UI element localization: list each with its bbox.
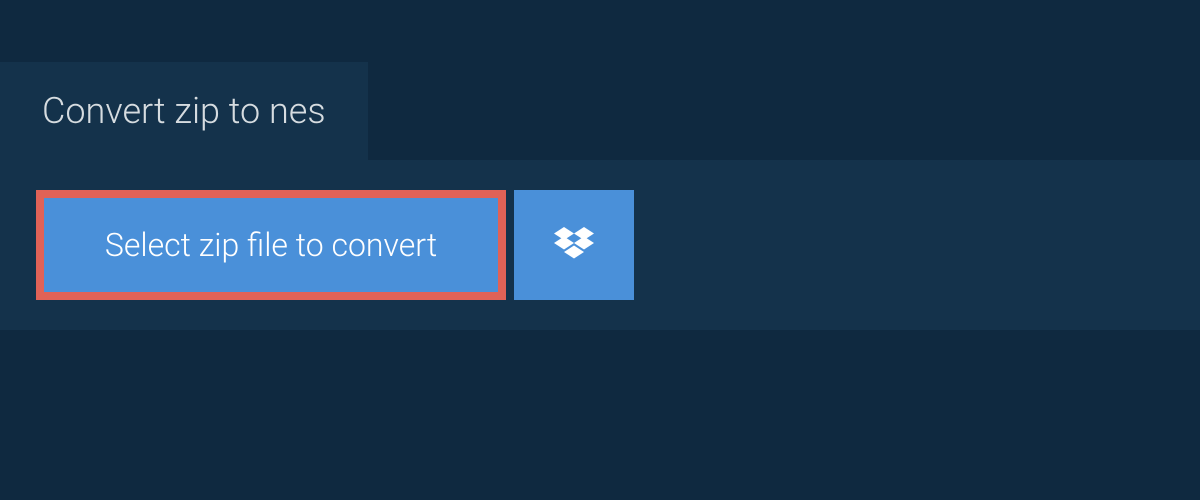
dropbox-button[interactable] [514, 190, 634, 300]
button-row: Select zip file to convert [36, 190, 1164, 300]
tab-title: Convert zip to nes [42, 90, 326, 132]
select-file-label: Select zip file to convert [105, 226, 437, 264]
convert-panel: Select zip file to convert [0, 160, 1200, 330]
dropbox-icon [554, 227, 594, 263]
tab-header: Convert zip to nes [0, 62, 368, 160]
select-file-button[interactable]: Select zip file to convert [36, 190, 506, 300]
